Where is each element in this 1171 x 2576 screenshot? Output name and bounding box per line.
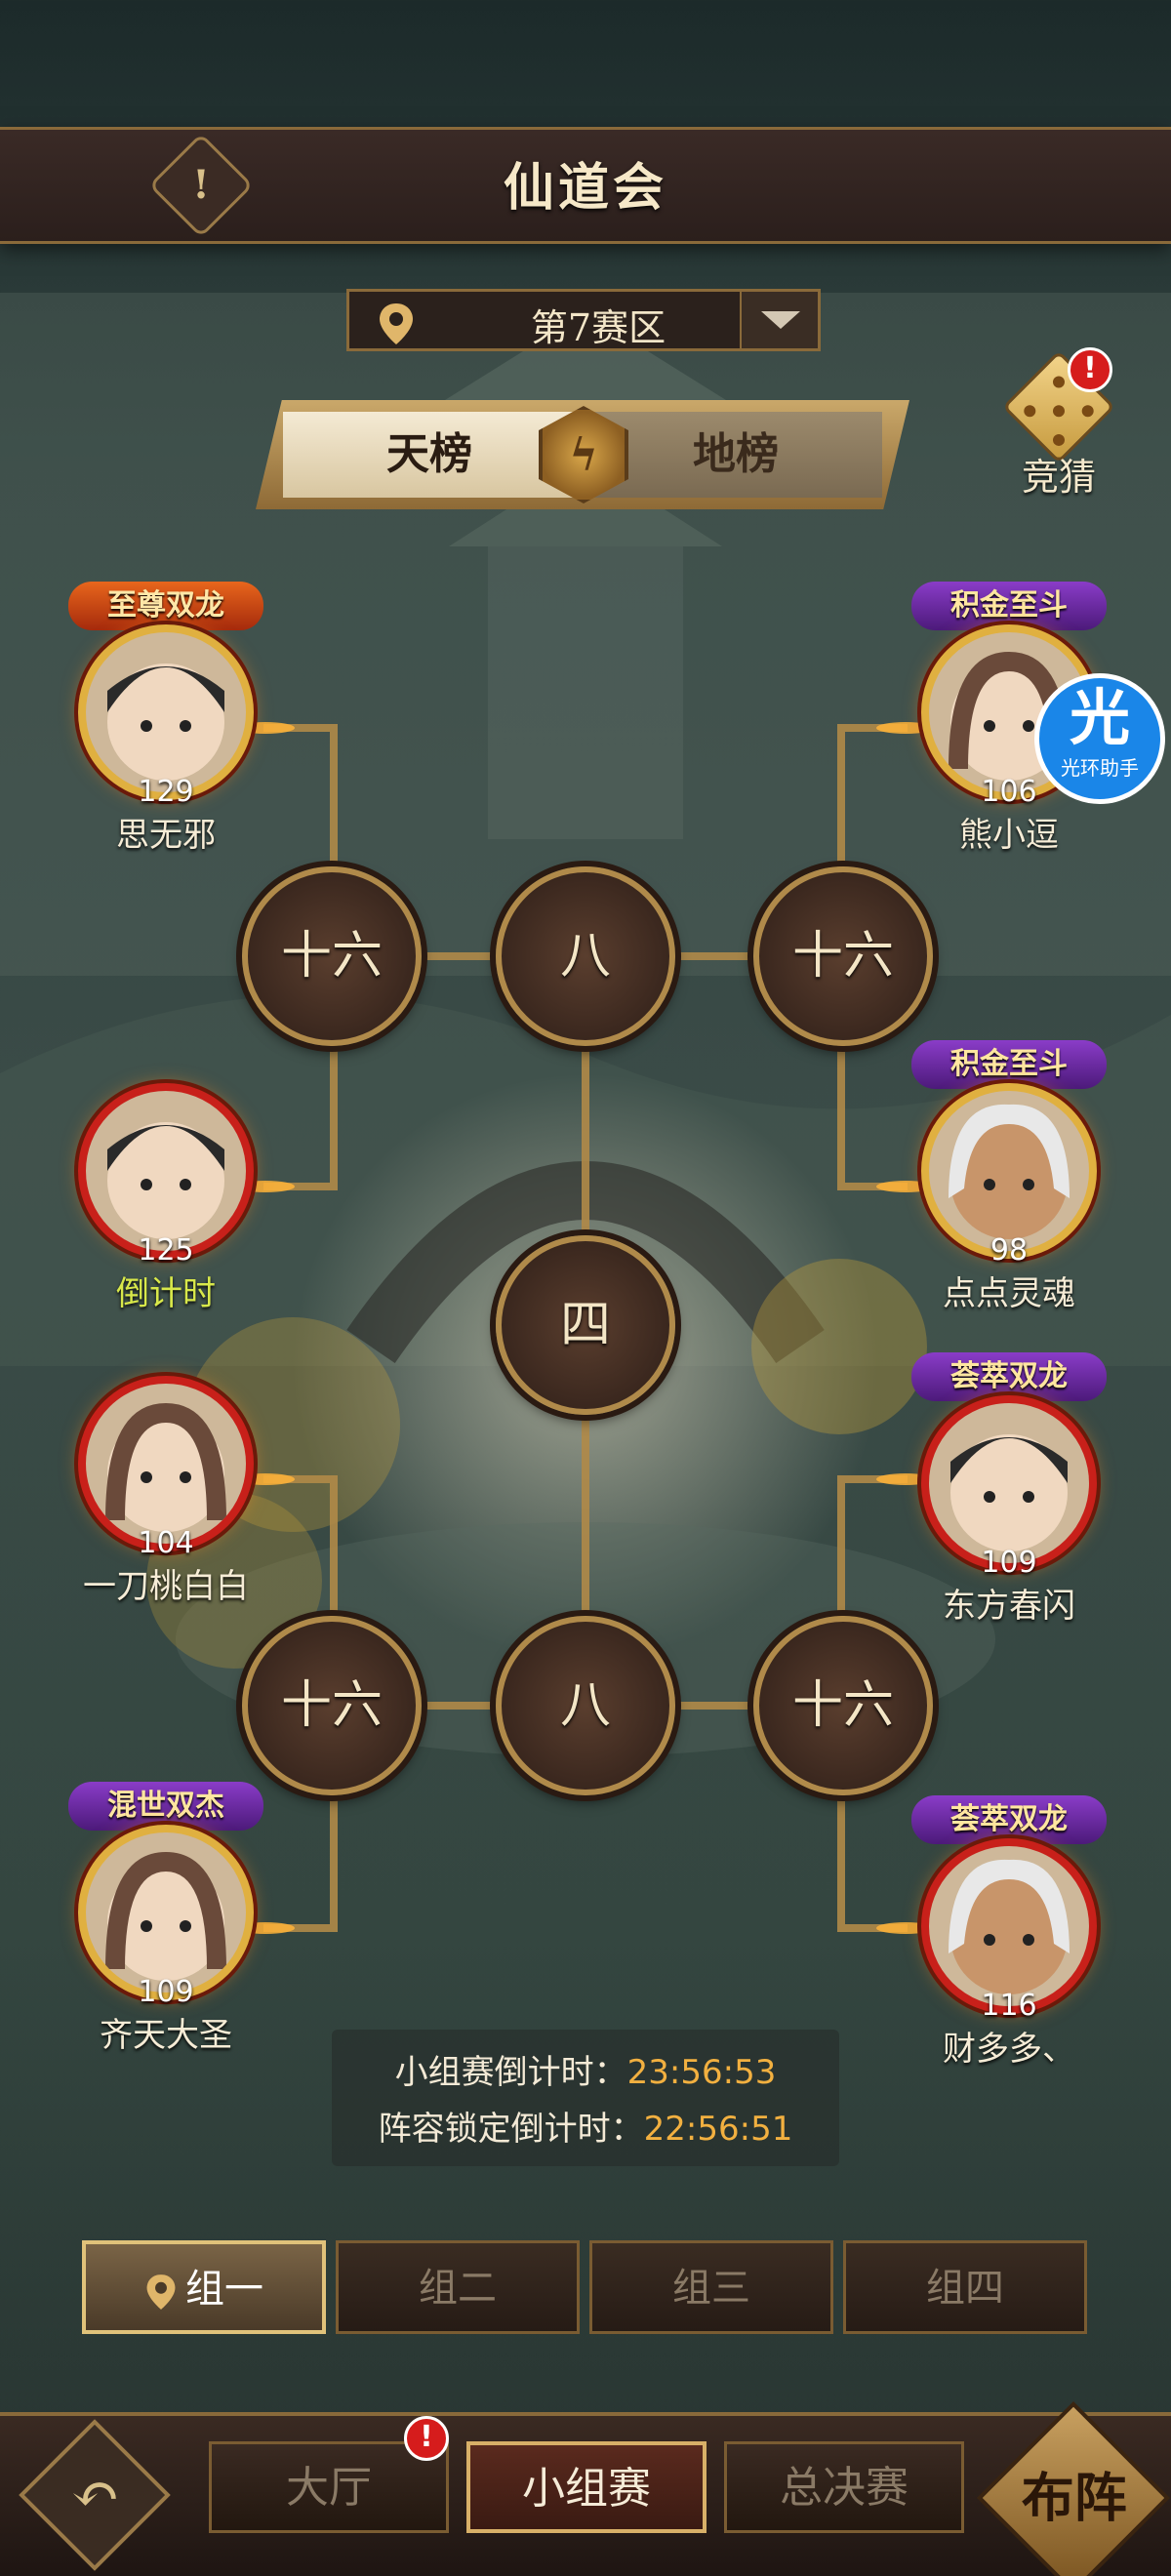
halo-assistant-label: 光环助手 (1061, 756, 1139, 780)
player-name: 思无邪 (116, 816, 216, 855)
guess-button[interactable]: ! 竞猜 (1002, 347, 1115, 499)
player-card[interactable]: 104 一刀桃白白 (59, 1333, 273, 1606)
location-pin-icon (146, 2274, 176, 2310)
player-avatar (78, 624, 254, 800)
player-name: 财多多、 (943, 2030, 1075, 2069)
player-title-tag: 积金至斗 (911, 1040, 1107, 1089)
player-avatar (78, 1083, 254, 1259)
player-name: 一刀桃白白 (83, 1567, 249, 1606)
player-name: 点点灵魂 (943, 1274, 1075, 1313)
node-round16-top-left[interactable]: 十六 (242, 866, 422, 1046)
player-avatar (921, 1083, 1097, 1259)
player-card[interactable]: 荟萃双龙 109 东方春闪 (902, 1352, 1116, 1626)
countdown-panel: 小组赛倒计时：23:56:53 阵容锁定倒计时：22:56:51 (332, 2030, 839, 2166)
player-level: 129 (138, 775, 194, 809)
player-title-tag: 积金至斗 (911, 582, 1107, 630)
finals-button[interactable]: 总决赛 (724, 2441, 964, 2533)
tab-group-3[interactable]: 组三 (589, 2240, 833, 2334)
tab-group-4[interactable]: 组四 (843, 2240, 1087, 2334)
notification-badge: ! (1068, 347, 1112, 392)
halo-assistant-icon: 光 (1069, 682, 1130, 753)
group-stage-countdown: 小组赛倒计时：23:56:53 (332, 2045, 839, 2093)
tab-heaven-rank[interactable]: 天榜 (283, 412, 576, 498)
group-tabs: 组一 组二 组三 组四 (82, 2240, 1087, 2334)
player-title-tag: 荟萃双龙 (911, 1795, 1107, 1844)
chevron-down-icon[interactable] (740, 292, 818, 348)
region-label: 第7赛区 (530, 306, 666, 349)
player-avatar (921, 1395, 1097, 1571)
node-round8-bottom[interactable]: 八 (496, 1616, 675, 1795)
player-level: 125 (138, 1233, 194, 1268)
player-name: 齐天大圣 (100, 2016, 232, 2055)
player-card[interactable]: 积金至斗 98 点点灵魂 (902, 1040, 1116, 1313)
node-round16-top-right[interactable]: 十六 (753, 866, 933, 1046)
lock-countdown-value: 22:56:51 (643, 2110, 793, 2149)
node-round8-top[interactable]: 八 (496, 866, 675, 1046)
node-round4[interactable]: 四 (496, 1235, 675, 1415)
tab-group-1[interactable]: 组一 (82, 2240, 326, 2334)
page-title: 仙道会 (503, 158, 667, 218)
guess-label: 竞猜 (1021, 456, 1096, 499)
player-name: 东方春闪 (943, 1587, 1075, 1626)
player-name: 倒计时 (116, 1274, 216, 1313)
player-card[interactable]: 混世双杰 109 齐天大圣 (59, 1782, 273, 2055)
lock-countdown-label: 阵容锁定倒计时： (378, 2110, 644, 2149)
tab-group-2[interactable]: 组二 (336, 2240, 580, 2334)
player-card[interactable]: 至尊双龙 129 思无邪 (59, 582, 273, 855)
player-level: 98 (989, 1233, 1029, 1268)
player-title-tag: 混世双杰 (68, 1782, 263, 1831)
player-title-tag: 荟萃双龙 (911, 1352, 1107, 1401)
hall-label: 大厅 (286, 2463, 372, 2513)
back-arrow-icon: ↶ (70, 2460, 120, 2529)
player-avatar (921, 1838, 1097, 2014)
formation-label: 布阵 (1021, 2466, 1127, 2529)
player-level: 109 (981, 1546, 1037, 1580)
player-title-tag: 至尊双龙 (68, 582, 263, 630)
player-avatar (78, 1376, 254, 1551)
group-stage-button[interactable]: 小组赛 (466, 2441, 707, 2533)
player-card[interactable]: 125 倒计时 (59, 1040, 273, 1313)
notification-badge: ! (404, 2416, 449, 2461)
tab-earth-rank[interactable]: 地榜 (589, 412, 882, 498)
player-card[interactable]: 荟萃双龙 116 财多多、 (902, 1795, 1116, 2069)
group-countdown-label: 小组赛倒计时： (394, 2053, 627, 2092)
node-round16-bottom-left[interactable]: 十六 (242, 1616, 422, 1795)
region-selector[interactable]: 第7赛区 (346, 289, 821, 351)
tab-group-1-label: 组一 (185, 2267, 263, 2312)
player-level: 109 (138, 1975, 194, 2009)
halo-assistant-button[interactable]: 光 光环助手 (1034, 673, 1165, 804)
lineup-lock-countdown: 阵容锁定倒计时：22:56:51 (332, 2102, 839, 2150)
rank-tabs: 天榜 地榜 ϟ (256, 400, 909, 509)
player-avatar (78, 1825, 254, 2000)
node-round16-bottom-right[interactable]: 十六 (753, 1616, 933, 1795)
player-level: 104 (138, 1526, 194, 1560)
group-countdown-value: 23:56:53 (626, 2053, 777, 2092)
player-level: 116 (981, 1989, 1037, 2023)
player-name: 熊小逗 (959, 816, 1059, 855)
